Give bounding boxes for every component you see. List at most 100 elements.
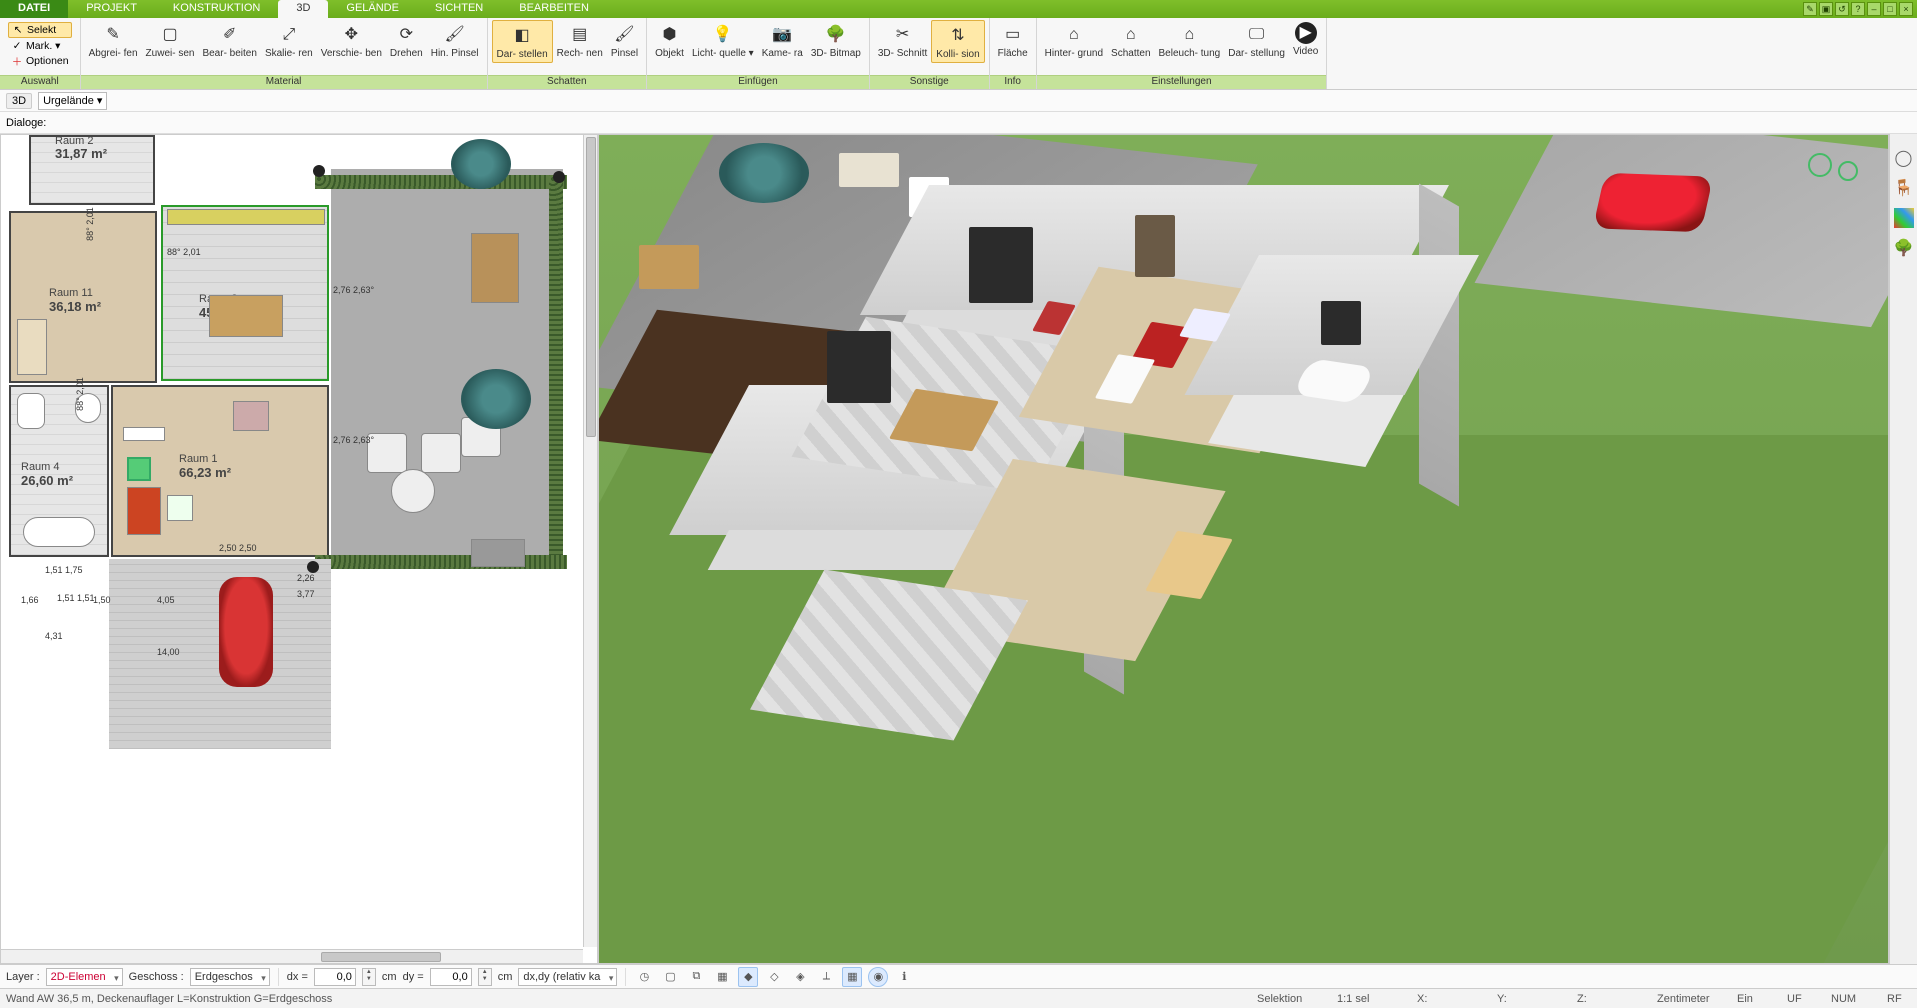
- dy-input[interactable]: 0,0: [430, 968, 472, 986]
- scrollbar-horizontal[interactable]: [1, 949, 583, 963]
- tab-gelaende[interactable]: GELÄNDE: [328, 0, 417, 18]
- room-label: Raum 4: [21, 461, 60, 473]
- tab-konstruktion[interactable]: KONSTRUKTION: [155, 0, 278, 18]
- rail-furniture-icon[interactable]: 🪑: [1894, 178, 1914, 198]
- help-icon[interactable]: ?: [1851, 2, 1865, 16]
- pane-3d[interactable]: [598, 134, 1889, 964]
- coord-mode-combo[interactable]: dx,dy (relativ ka: [518, 968, 617, 986]
- skalieren-button[interactable]: ⤢Skalie- ren: [261, 20, 317, 61]
- dy-spinner[interactable]: ▲▼: [478, 968, 492, 986]
- tool-icon[interactable]: ✎: [1803, 2, 1817, 16]
- tab-projekt[interactable]: PROJEKT: [68, 0, 155, 18]
- geschoss-label: Geschoss :: [129, 971, 184, 983]
- dim-label: 88° 2,01: [85, 207, 95, 241]
- grid-icon[interactable]: ▦: [712, 967, 732, 987]
- selekt-button[interactable]: ↖Selekt: [8, 22, 72, 38]
- room-label: Raum 1: [179, 453, 218, 465]
- status-ratio: 1:1 sel: [1337, 993, 1397, 1005]
- minimize-icon[interactable]: –: [1867, 2, 1881, 16]
- kollision-button[interactable]: ⇅Kolli- sion: [931, 20, 984, 63]
- unit-label: cm: [498, 971, 513, 983]
- dx-spinner[interactable]: ▲▼: [362, 968, 376, 986]
- dim-label: 3,77: [297, 589, 315, 599]
- schnitt-button[interactable]: ✂3D- Schnitt: [874, 20, 931, 61]
- rail-tree-icon[interactable]: 🌳: [1894, 238, 1914, 258]
- tool-icon[interactable]: ▣: [1819, 2, 1833, 16]
- kamera-button[interactable]: 📷Kame- ra: [758, 20, 807, 61]
- bitmap-button[interactable]: 🌳3D- Bitmap: [807, 20, 865, 61]
- bearbeiten-button[interactable]: ✐Bear- beiten: [198, 20, 260, 61]
- status-units: Zentimeter: [1657, 993, 1717, 1005]
- status-y: Y:: [1497, 993, 1557, 1005]
- layer-combo[interactable]: 2D-Elemen: [46, 968, 123, 986]
- info-icon[interactable]: ℹ: [894, 967, 914, 987]
- snap-end-icon[interactable]: ◇: [764, 967, 784, 987]
- clock-icon[interactable]: ◷: [634, 967, 654, 987]
- nav-compass[interactable]: [1804, 149, 1860, 189]
- tree-icon: 🌳: [824, 22, 848, 46]
- dim-label: 14,00: [157, 647, 180, 657]
- tab-datei[interactable]: DATEI: [0, 0, 68, 18]
- close-icon[interactable]: ×: [1899, 2, 1913, 16]
- objekt-button[interactable]: ⬢Objekt: [651, 20, 688, 61]
- ortho-icon[interactable]: ▦: [842, 967, 862, 987]
- tab-sichten[interactable]: SICHTEN: [417, 0, 501, 18]
- play-icon: ▶: [1295, 22, 1317, 44]
- geschoss-combo[interactable]: Erdgeschos: [190, 968, 270, 986]
- group-sonstige: Sonstige: [870, 75, 989, 89]
- maximize-icon[interactable]: □: [1883, 2, 1897, 16]
- brush2-icon: 🖌: [612, 22, 636, 46]
- status-num: NUM: [1831, 993, 1867, 1005]
- dim-label: 1,66: [21, 595, 39, 605]
- help-lines-icon[interactable]: ◉: [868, 967, 888, 987]
- dim-label: 2,76 2,63°: [333, 435, 374, 445]
- dim-label: 2,50 2,50: [219, 543, 257, 553]
- room-area: 31,87 m²: [55, 146, 107, 161]
- hintergrund-button[interactable]: ⌂Hinter- grund: [1041, 20, 1107, 61]
- flaeche-button[interactable]: ▭Fläche: [994, 20, 1032, 61]
- bg-icon: ⌂: [1062, 22, 1086, 46]
- rail-orbit-icon[interactable]: ◯: [1894, 148, 1914, 168]
- screen-icon[interactable]: ▢: [660, 967, 680, 987]
- tab-3d[interactable]: 3D: [278, 0, 328, 18]
- car-2d: [219, 577, 273, 687]
- schatten-settings-button[interactable]: ⌂Schatten: [1107, 20, 1154, 61]
- dim-label: 2,76 2,63°: [333, 285, 374, 295]
- verschieben-button[interactable]: ✥Verschie- ben: [317, 20, 386, 61]
- view-mode-tag[interactable]: 3D: [6, 93, 32, 109]
- snap-int-icon[interactable]: ◈: [790, 967, 810, 987]
- abgreifen-button[interactable]: ✎Abgrei- fen: [85, 20, 142, 61]
- hinpinsel-button[interactable]: 🖌Hin. Pinsel: [427, 20, 483, 61]
- beleuchtung-button[interactable]: ⌂Beleuch- tung: [1155, 20, 1225, 61]
- scrollbar-vertical[interactable]: [583, 135, 597, 947]
- lichtquelle-button[interactable]: 💡Licht- quelle ▾: [688, 20, 758, 61]
- ribbon: ↖Selekt ✓Mark. ▾ ＋Optionen Auswahl ✎Abgr…: [0, 18, 1917, 90]
- pane-2d[interactable]: Raum 2 31,87 m² Raum 11 36,18 m² Raum 3 …: [0, 134, 598, 964]
- dim-label: 4,31: [45, 631, 63, 641]
- car-3d: [1593, 173, 1713, 232]
- move-icon: ✥: [339, 22, 363, 46]
- drehen-button[interactable]: ⟳Drehen: [386, 20, 427, 61]
- tab-bearbeiten[interactable]: BEARBEITEN: [501, 0, 607, 18]
- rechnen-button[interactable]: ▤Rech- nen: [553, 20, 607, 61]
- darstellen-button[interactable]: ◧Dar- stellen: [492, 20, 553, 63]
- link-icon[interactable]: ⧉: [686, 967, 706, 987]
- snap-mid-icon[interactable]: ◆: [738, 967, 758, 987]
- group-material: Material: [81, 75, 487, 89]
- lighting-icon: ⌂: [1177, 22, 1201, 46]
- zuweisen-button[interactable]: ▢Zuwei- sen: [142, 20, 199, 61]
- camera-icon: 📷: [770, 22, 794, 46]
- pinsel-button[interactable]: 🖌Pinsel: [607, 20, 642, 61]
- eyedropper-icon: ✎: [101, 22, 125, 46]
- brush-icon: 🖌: [443, 22, 467, 46]
- dx-input[interactable]: 0,0: [314, 968, 356, 986]
- darstellung-button[interactable]: 🖵Dar- stellung: [1224, 20, 1289, 61]
- tool-icon[interactable]: ↺: [1835, 2, 1849, 16]
- mark-button[interactable]: ✓Mark. ▾: [8, 39, 72, 53]
- rail-palette-icon[interactable]: ▦: [1894, 208, 1914, 228]
- video-button[interactable]: ▶Video: [1289, 20, 1322, 59]
- snap-perp-icon[interactable]: ⟂: [816, 967, 836, 987]
- optionen-button[interactable]: ＋Optionen: [8, 54, 72, 68]
- terrain-combo[interactable]: Urgelände ▾: [38, 92, 107, 110]
- cursor-icon: ↖: [12, 24, 24, 36]
